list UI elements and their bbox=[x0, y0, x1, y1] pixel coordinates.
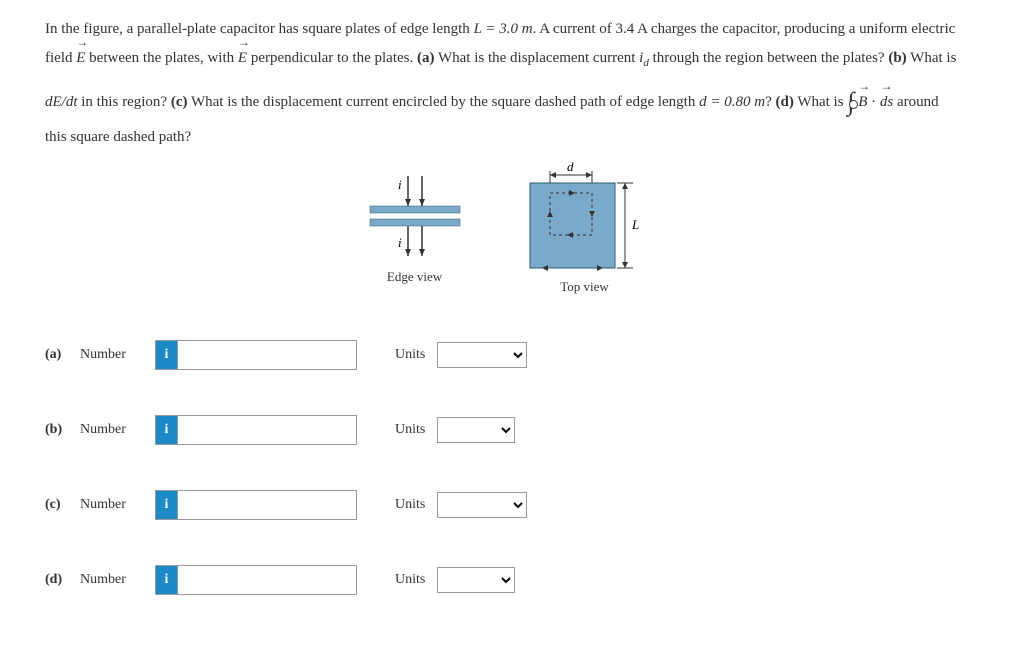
answer-row-d: (d) Number i Units bbox=[45, 565, 964, 595]
part-label-d: (d) bbox=[45, 572, 80, 588]
units-select-c[interactable] bbox=[437, 492, 527, 518]
units-select-a[interactable] bbox=[437, 342, 527, 368]
problem-statement: In the figure, a parallel-plate capacito… bbox=[45, 15, 964, 151]
part-label-a: (a) bbox=[45, 347, 80, 363]
number-label: Number bbox=[80, 347, 155, 363]
number-input-a[interactable] bbox=[177, 340, 357, 370]
number-label: Number bbox=[80, 497, 155, 513]
info-icon[interactable]: i bbox=[155, 415, 177, 445]
units-label: Units bbox=[395, 497, 425, 513]
answer-row-b: (b) Number i Units bbox=[45, 415, 964, 445]
units-label: Units bbox=[395, 572, 425, 588]
answer-row-a: (a) Number i Units bbox=[45, 340, 964, 370]
units-label: Units bbox=[395, 347, 425, 363]
number-input-d[interactable] bbox=[177, 565, 357, 595]
figure-container: i i Edge view d L bbox=[45, 161, 964, 295]
number-label: Number bbox=[80, 572, 155, 588]
info-icon[interactable]: i bbox=[155, 340, 177, 370]
info-icon[interactable]: i bbox=[155, 490, 177, 520]
part-label-b: (b) bbox=[45, 422, 80, 438]
number-label: Number bbox=[80, 422, 155, 438]
edge-view-svg: i i bbox=[360, 171, 470, 261]
info-icon[interactable]: i bbox=[155, 565, 177, 595]
svg-text:d: d bbox=[567, 161, 574, 174]
units-label: Units bbox=[395, 422, 425, 438]
number-input-b[interactable] bbox=[177, 415, 357, 445]
answers-block: (a) Number i Units (b) Number i Units (c… bbox=[45, 340, 964, 595]
answer-row-c: (c) Number i Units bbox=[45, 490, 964, 520]
top-view-svg: d L bbox=[520, 161, 650, 271]
svg-text:i: i bbox=[398, 235, 402, 250]
svg-text:i: i bbox=[398, 177, 402, 192]
units-select-d[interactable] bbox=[437, 567, 515, 593]
number-input-c[interactable] bbox=[177, 490, 357, 520]
part-label-c: (c) bbox=[45, 497, 80, 513]
svg-text:L: L bbox=[631, 217, 639, 232]
top-view-figure: d L Top view bbox=[520, 161, 650, 295]
units-select-b[interactable] bbox=[437, 417, 515, 443]
edge-view-figure: i i Edge view bbox=[360, 171, 470, 285]
